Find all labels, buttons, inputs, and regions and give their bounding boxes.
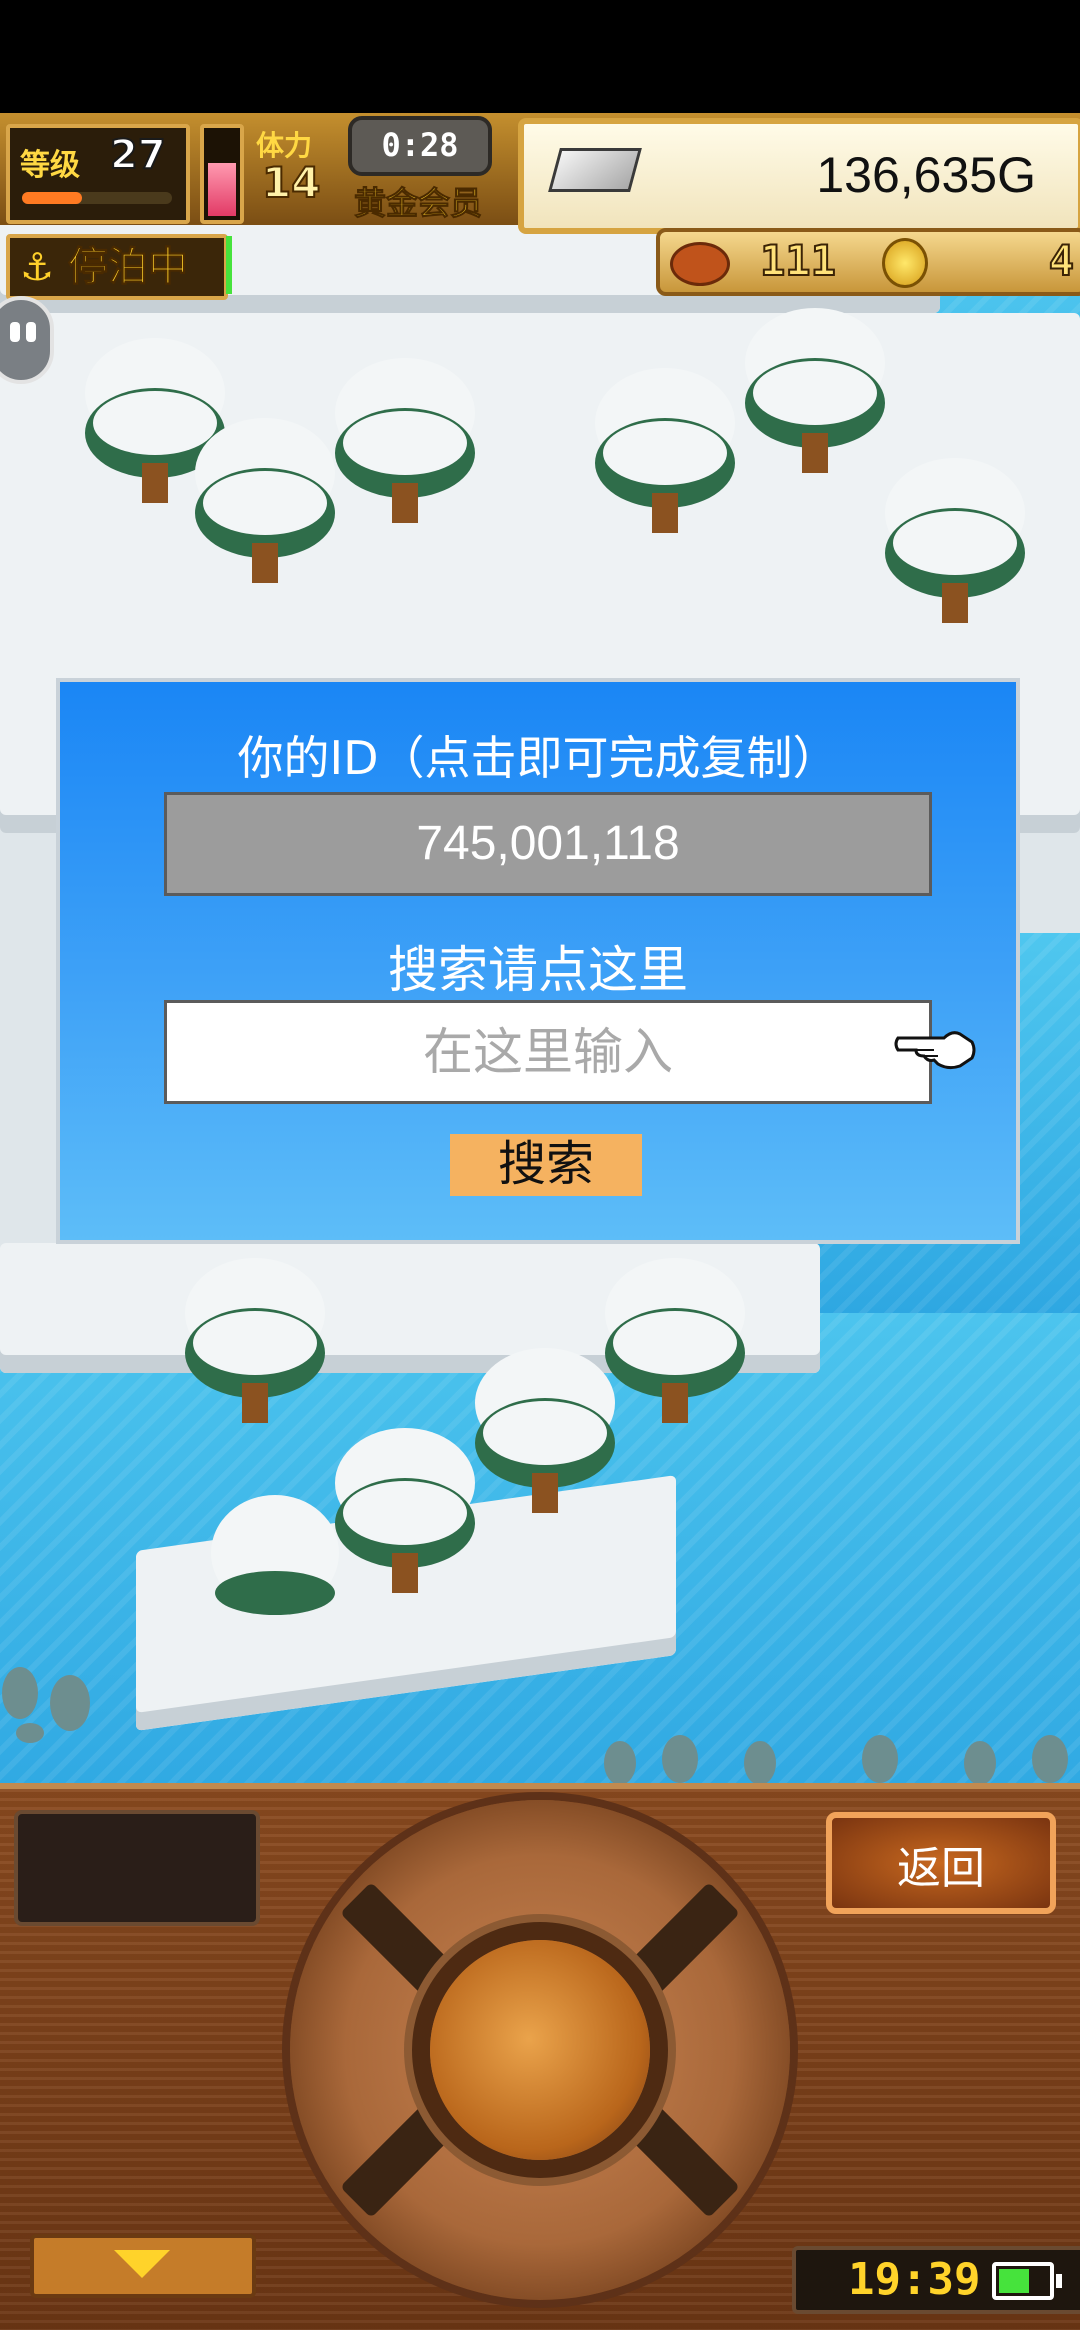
gold-panel[interactable]: 136,635G: [518, 118, 1080, 234]
player-id-field[interactable]: 745,001,118: [164, 792, 932, 896]
membership-badge[interactable]: 黄金会员: [353, 178, 482, 224]
side-toggle-dot: [10, 322, 20, 342]
dpad-divider: [624, 2102, 740, 2218]
stamina-value: 14: [261, 157, 321, 208]
ice-rocks: [2, 1667, 90, 1743]
snow-tree: [475, 1348, 615, 1513]
down-arrow-icon: [114, 2250, 170, 2278]
side-toggle-dot: [26, 322, 36, 342]
snow-tree: [185, 1258, 325, 1423]
clock: 19:39: [848, 2254, 981, 2305]
pointing-hand-icon: [894, 1031, 976, 1070]
snow-tree: [885, 458, 1025, 623]
dock-status-label: 停泊中: [68, 244, 189, 291]
dock-status[interactable]: ⚓ 停泊中: [6, 234, 228, 300]
dpad-divider: [624, 1882, 740, 1998]
dock-indicator: [226, 236, 232, 294]
stamina-meter: [200, 124, 244, 224]
search-hint: 搜索请点这里: [388, 941, 688, 999]
snow-tree: [605, 1258, 745, 1423]
level-label: 等级: [20, 148, 80, 183]
side-menu-toggle[interactable]: [0, 296, 54, 384]
experience-bar: [22, 192, 172, 204]
battery-tip: [1056, 2274, 1062, 2288]
stamina-meter-fill: [208, 162, 236, 216]
snow-tree: [195, 418, 335, 583]
top-black-band: [0, 0, 1080, 113]
battery-icon: [992, 2262, 1062, 2300]
resource-panel: 111 4: [656, 228, 1080, 296]
snow-tree: [595, 368, 735, 533]
snow-tree: [335, 1428, 475, 1593]
silver-ingot-icon: [548, 148, 642, 192]
level-value: 27: [109, 131, 167, 179]
dialog-title: 你的ID（点击即可完成复制）: [237, 731, 839, 785]
back-button[interactable]: 返回: [826, 1812, 1056, 1914]
friend-search-dialog: 你的ID（点击即可完成复制） 745,001,118 搜索请点这里 搜索: [56, 678, 1020, 1244]
coin-icon: [882, 238, 928, 288]
panel-display-screen: [14, 1810, 260, 1926]
snow-tree: [335, 358, 475, 523]
menu-toggle-button[interactable]: [30, 2234, 256, 2298]
food-count: 111: [759, 235, 837, 286]
clock-box: 19:39: [792, 2246, 1080, 2314]
dpad-divider: [340, 2102, 456, 2218]
search-button[interactable]: 搜索: [450, 1134, 642, 1196]
dpad-divider: [340, 1882, 456, 1998]
snow-bush: [211, 1495, 339, 1615]
anchor-icon: ⚓: [20, 245, 55, 289]
timer: 0:28: [348, 116, 492, 176]
snow-tree: [745, 308, 885, 473]
experience-bar-fill: [22, 192, 82, 204]
battery-level: [999, 2269, 1029, 2293]
ice-rocks: [604, 1735, 1068, 1783]
gold-amount: 136,635G: [816, 147, 1036, 203]
level-box: 等级 27: [6, 124, 190, 224]
action-button[interactable]: [430, 1940, 650, 2160]
meat-icon: [670, 242, 730, 286]
search-input[interactable]: [164, 1000, 932, 1104]
coin-count: 4: [1048, 235, 1075, 286]
